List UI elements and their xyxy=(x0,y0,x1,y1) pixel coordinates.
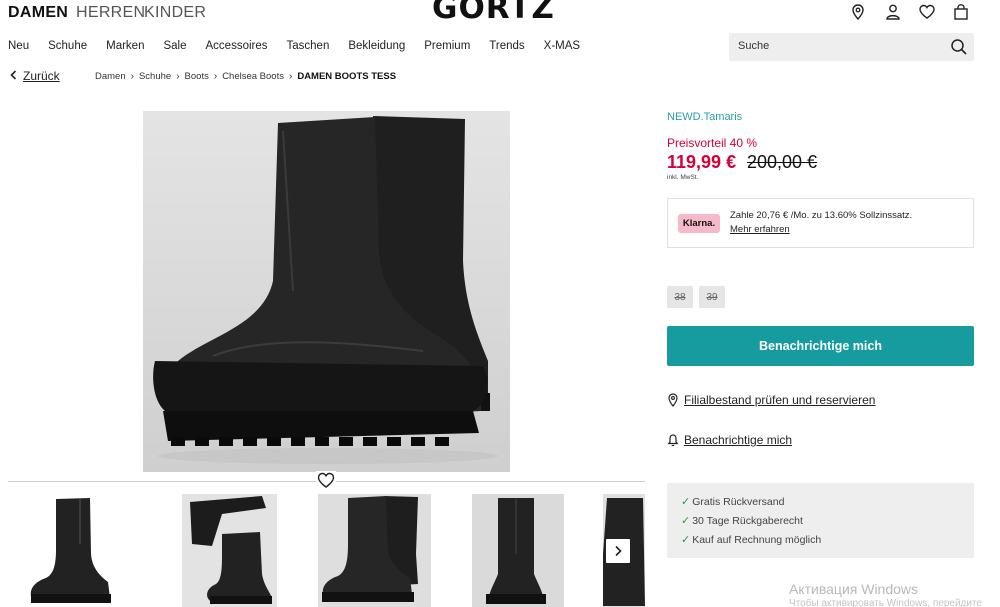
chevron-right-icon xyxy=(615,545,622,557)
nav-item-taschen[interactable]: Taschen xyxy=(287,40,330,52)
product-brand-link[interactable]: NEWD.Tamaris xyxy=(667,111,742,123)
top-bar: DAMEN HERREN KINDER GÖRTZ xyxy=(0,0,1000,30)
usp-label: Gratis Rückversand xyxy=(692,495,785,508)
nav-item-premium[interactable]: Premium xyxy=(424,40,470,52)
heart-icon[interactable] xyxy=(918,3,936,21)
store-stock-link[interactable]: Filialbestand prüfen und reservieren xyxy=(667,393,875,407)
boot-thumbnail-image xyxy=(472,494,564,607)
check-icon: ✓ xyxy=(681,496,691,508)
old-price: 200,00 € xyxy=(747,152,818,172)
usp-item: ✓ Gratis Rückversand xyxy=(681,495,785,509)
notify-link[interactable]: Benachrichtige mich xyxy=(667,433,792,447)
search-input[interactable]: Suche xyxy=(729,33,974,61)
breadcrumb-current: DAMEN BOOTS TESS xyxy=(297,71,397,82)
store-stock-label: Filialbestand prüfen und reservieren xyxy=(684,393,876,407)
nav-item-trends[interactable]: Trends xyxy=(489,40,524,52)
search-icon[interactable] xyxy=(950,38,968,56)
boot-thumbnail-image xyxy=(318,494,431,607)
location-pin-icon xyxy=(668,393,678,407)
nav-item-schuhe[interactable]: Schuhe xyxy=(48,40,87,52)
thumbnail-3[interactable] xyxy=(318,494,431,607)
nav-item-accessoires[interactable]: Accessoires xyxy=(206,40,268,52)
check-icon: ✓ xyxy=(681,534,691,546)
chevron-right-icon: › xyxy=(288,71,293,82)
breadcrumb: Damen › Schuhe › Boots › Chelsea Boots ›… xyxy=(95,71,396,82)
search-placeholder: Suche xyxy=(738,40,770,52)
breadcrumb-item[interactable]: Chelsea Boots xyxy=(222,71,284,82)
gender-tab-damen[interactable]: DAMEN xyxy=(8,4,68,22)
klarna-more-link[interactable]: Mehr erfahren xyxy=(730,224,790,235)
thumbnail-1[interactable] xyxy=(28,494,115,607)
windows-activation-watermark: Активация Windows xyxy=(789,581,919,597)
gender-tab-herren[interactable]: HERREN xyxy=(76,4,145,22)
notify-link-label: Benachrichtige mich xyxy=(684,433,793,447)
user-icon[interactable] xyxy=(884,3,902,21)
windows-activation-subtitle: Чтобы активировать Windows, перейдите xyxy=(789,598,982,607)
thumbnail-4[interactable] xyxy=(472,494,564,607)
usp-item: ✓ 30 Tage Rückgaberecht xyxy=(681,514,803,528)
notify-button[interactable]: Benachrichtige mich xyxy=(667,326,974,366)
shopping-bag-icon[interactable] xyxy=(952,3,970,21)
chevron-right-icon: › xyxy=(213,71,218,82)
bell-icon xyxy=(667,434,679,447)
boot-image xyxy=(143,111,510,472)
gender-tab-kinder[interactable]: KINDER xyxy=(144,4,206,22)
usp-box: ✓ Gratis Rückversand ✓ 30 Tage Rückgaber… xyxy=(667,483,974,558)
klarna-financing-box: Klarna. Zahle 20,76 € /Mo. zu 13.60% Sol… xyxy=(667,198,974,248)
size-option-38[interactable]: 38 xyxy=(667,286,693,308)
gallery-next-button[interactable] xyxy=(605,538,631,564)
usp-label: Kauf auf Rechnung möglich xyxy=(692,533,822,546)
boot-thumbnail-image xyxy=(182,494,277,607)
nav-item-bekleidung[interactable]: Bekleidung xyxy=(348,40,405,52)
klarna-text: Zahle 20,76 € /Mo. zu 13.60% Sollzinssat… xyxy=(730,210,913,221)
chevron-right-icon: › xyxy=(176,71,180,82)
saving-badge: Preisvorteil 40 % xyxy=(667,136,758,150)
product-main-image[interactable] xyxy=(143,111,510,472)
back-link-label: Zurück xyxy=(23,69,60,83)
boot-thumbnail-image xyxy=(30,498,111,603)
thumbnail-2[interactable] xyxy=(182,494,277,607)
breadcrumb-item[interactable]: Schuhe xyxy=(139,71,171,82)
main-nav: Neu Schuhe Marken Sale Accessoires Tasch… xyxy=(8,40,599,52)
back-link[interactable]: Zurück xyxy=(10,69,60,83)
nav-item-neu[interactable]: Neu xyxy=(8,40,29,52)
chevron-left-icon xyxy=(10,70,17,80)
nav-item-xmas[interactable]: X-MAS xyxy=(544,40,580,52)
vat-note: inkl. MwSt. xyxy=(667,174,699,181)
nav-item-sale[interactable]: Sale xyxy=(163,40,186,52)
nav-item-marken[interactable]: Marken xyxy=(106,40,144,52)
klarna-logo: Klarna. xyxy=(678,214,720,233)
wishlist-heart-icon[interactable] xyxy=(316,471,336,489)
breadcrumb-item[interactable]: Boots xyxy=(185,71,209,82)
current-price: 119,99 € xyxy=(667,152,737,172)
usp-item: ✓ Kauf auf Rechnung möglich xyxy=(681,533,822,547)
usp-label: 30 Tage Rückgaberecht xyxy=(692,514,803,527)
size-option-39[interactable]: 39 xyxy=(699,286,725,308)
breadcrumb-item[interactable]: Damen xyxy=(95,71,126,82)
check-icon: ✓ xyxy=(681,515,691,527)
site-logo[interactable]: GÖRTZ xyxy=(432,0,555,26)
location-pin-icon[interactable] xyxy=(849,3,867,21)
chevron-right-icon: › xyxy=(130,71,134,82)
